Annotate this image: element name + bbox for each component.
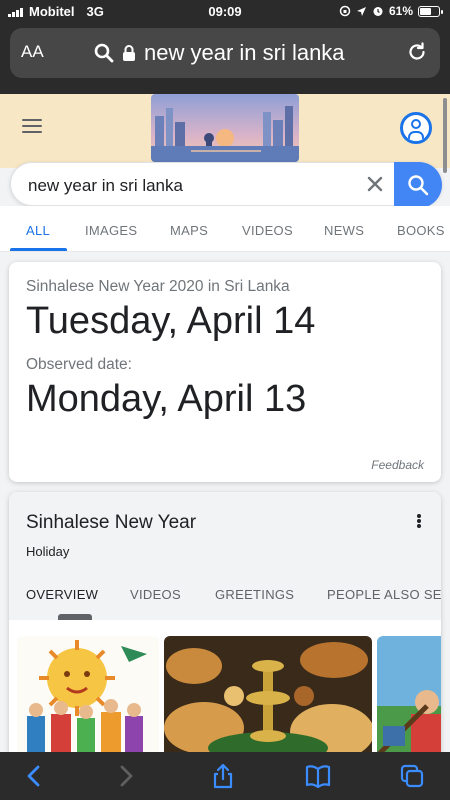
tab-books[interactable]: BOOKS xyxy=(397,223,445,238)
tab-maps[interactable]: MAPS xyxy=(170,223,208,238)
tab-greetings[interactable]: GREETINGS xyxy=(215,587,294,602)
search-tabs: ALL IMAGES MAPS VIDEOS NEWS BOOKS xyxy=(0,206,450,252)
google-doodle[interactable] xyxy=(151,94,299,162)
text-size-button[interactable]: AA xyxy=(21,42,44,62)
search-input[interactable]: new year in sri lanka xyxy=(10,162,442,208)
reload-icon[interactable] xyxy=(406,41,428,63)
alarm-icon xyxy=(373,7,383,16)
forward-icon[interactable] xyxy=(112,762,140,790)
search-area: new year in sri lanka xyxy=(10,162,442,208)
game-illustration-image xyxy=(377,636,441,762)
tab-videos-panel[interactable]: VIDEOS xyxy=(130,587,181,602)
answer-date: Tuesday, April 14 xyxy=(26,300,316,342)
scrollbar[interactable] xyxy=(443,98,447,173)
lock-icon xyxy=(123,45,135,61)
answer-subtitle: Sinhalese New Year 2020 in Sri Lanka xyxy=(26,278,290,295)
search-query: new year in sri lanka xyxy=(28,176,183,195)
google-header xyxy=(0,94,450,168)
knowledge-panel: Sinhalese New Year Holiday OVERVIEW VIDE… xyxy=(9,492,441,762)
share-icon[interactable] xyxy=(209,762,237,790)
tab-images[interactable]: IMAGES xyxy=(85,223,137,238)
sun-illustration-image xyxy=(17,636,159,762)
image-thumbnail[interactable] xyxy=(164,636,372,762)
active-tab-indicator xyxy=(10,248,67,251)
knowledge-title: Sinhalese New Year xyxy=(26,512,197,533)
text-size-label: AA xyxy=(21,42,44,61)
observed-label: Observed date: xyxy=(26,356,132,373)
search-button[interactable] xyxy=(394,162,442,208)
search-icon xyxy=(94,43,114,63)
bookmarks-icon[interactable] xyxy=(304,762,332,790)
tab-news[interactable]: NEWS xyxy=(324,223,364,238)
status-right: 61% xyxy=(339,4,443,18)
tab-people-also-search[interactable]: PEOPLE ALSO SE xyxy=(327,587,441,602)
answer-card: Sinhalese New Year 2020 in Sri Lanka Tue… xyxy=(9,262,441,482)
feedback-link[interactable]: Feedback xyxy=(371,458,424,472)
observed-date: Monday, April 13 xyxy=(26,378,307,420)
screen-lock-icon xyxy=(339,5,351,17)
more-options-icon[interactable] xyxy=(417,514,421,528)
url-text: new year in sri lanka xyxy=(144,40,345,65)
battery-icon xyxy=(418,5,443,17)
tab-all[interactable]: ALL xyxy=(26,223,50,238)
food-spread-image xyxy=(164,636,372,762)
location-icon xyxy=(356,6,366,16)
status-bar: Mobitel 3G 09:09 61% xyxy=(0,0,450,22)
tab-overview[interactable]: OVERVIEW xyxy=(26,587,98,602)
image-thumbnail[interactable] xyxy=(17,636,159,762)
browser-toolbar xyxy=(0,752,450,800)
tab-videos[interactable]: VIDEOS xyxy=(242,223,293,238)
clear-icon[interactable] xyxy=(363,172,387,196)
battery-percent: 61% xyxy=(388,4,413,18)
address-bar[interactable]: AA new year in sri lanka xyxy=(10,28,440,78)
url-display[interactable]: new year in sri lanka xyxy=(94,40,345,66)
browser-top-bar: AA new year in sri lanka xyxy=(0,22,450,94)
knowledge-type: Holiday xyxy=(26,544,70,559)
menu-icon[interactable] xyxy=(22,119,42,133)
image-thumbnail[interactable] xyxy=(377,636,441,762)
search-icon xyxy=(408,175,429,196)
doodle-image xyxy=(151,94,299,162)
account-icon[interactable] xyxy=(400,112,432,144)
active-panel-tab-indicator xyxy=(58,614,92,620)
knowledge-header: Sinhalese New Year Holiday OVERVIEW VIDE… xyxy=(9,492,441,620)
tabs-icon[interactable] xyxy=(398,762,426,790)
back-icon[interactable] xyxy=(20,762,48,790)
